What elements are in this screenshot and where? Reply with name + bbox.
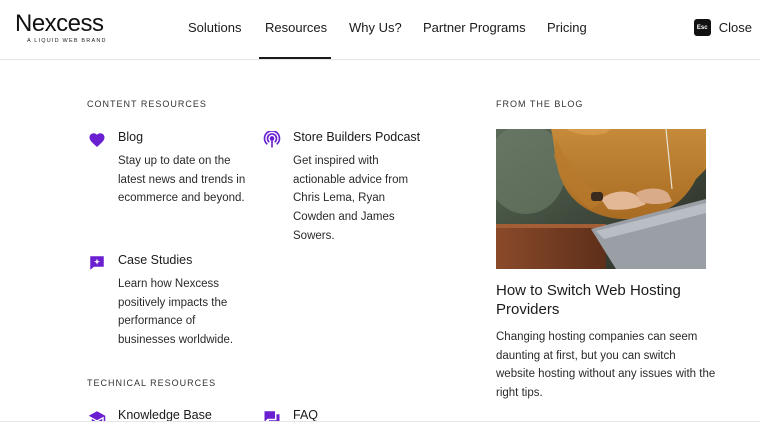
knowledge-base-title: Knowledge Base bbox=[118, 408, 212, 422]
podcast-icon bbox=[263, 130, 281, 149]
heart-icon bbox=[88, 131, 106, 149]
close-label: Close bbox=[718, 20, 752, 35]
nexcess-logo[interactable]: Nexcess A LIQUID WEB BRAND bbox=[15, 10, 107, 44]
nav-item-solutions[interactable]: Solutions bbox=[188, 20, 241, 35]
resource-item-knowledge-base[interactable]: Knowledge Base bbox=[88, 408, 258, 422]
logo-wordmark: Nexcess bbox=[15, 10, 104, 37]
technical-resources-heading: TECHNICAL RESOURCES bbox=[87, 378, 217, 388]
nav-item-resources[interactable]: Resources bbox=[265, 20, 327, 35]
logo-tagline: A LIQUID WEB BRAND bbox=[27, 38, 107, 44]
active-nav-underline bbox=[259, 57, 331, 59]
blog-post-title[interactable]: How to Switch Web Hosting Providers bbox=[496, 281, 716, 319]
from-the-blog-heading: FROM THE BLOG bbox=[496, 99, 584, 109]
podcast-title: Store Builders Podcast bbox=[293, 130, 421, 144]
nav-item-partner-programs[interactable]: Partner Programs bbox=[423, 20, 526, 35]
blog-description: Stay up to date on the latest news and t… bbox=[118, 155, 246, 205]
nav-item-pricing[interactable]: Pricing bbox=[547, 20, 587, 35]
case-studies-description: Learn how Nexcess positively impacts the… bbox=[118, 278, 234, 347]
content-resources-heading: CONTENT RESOURCES bbox=[87, 99, 207, 109]
resource-item-store-builders-podcast[interactable]: Store Builders Podcast Get inspired with… bbox=[263, 130, 433, 242]
blog-post-image[interactable] bbox=[496, 129, 706, 269]
sparkle-chat-icon bbox=[88, 254, 106, 272]
resource-item-blog[interactable]: Blog Stay up to date on the latest news … bbox=[88, 130, 258, 210]
footer-divider bbox=[0, 421, 760, 422]
close-button[interactable]: Esc Close bbox=[693, 19, 752, 36]
faq-title: FAQ bbox=[293, 408, 319, 422]
podcast-description: Get inspired with actionable advice from… bbox=[293, 155, 409, 242]
nav-item-why-us[interactable]: Why Us? bbox=[349, 20, 402, 35]
esc-key-icon: Esc bbox=[693, 19, 711, 36]
top-header: Nexcess A LIQUID WEB BRAND Solutions Res… bbox=[0, 0, 760, 60]
case-studies-title: Case Studies bbox=[118, 253, 193, 267]
resource-item-case-studies[interactable]: Case Studies Learn how Nexcess positivel… bbox=[88, 253, 258, 353]
resource-item-faq[interactable]: FAQ bbox=[263, 408, 433, 422]
blog-title: Blog bbox=[118, 130, 144, 144]
blog-post-description: Changing hosting companies can seem daun… bbox=[496, 331, 716, 400]
